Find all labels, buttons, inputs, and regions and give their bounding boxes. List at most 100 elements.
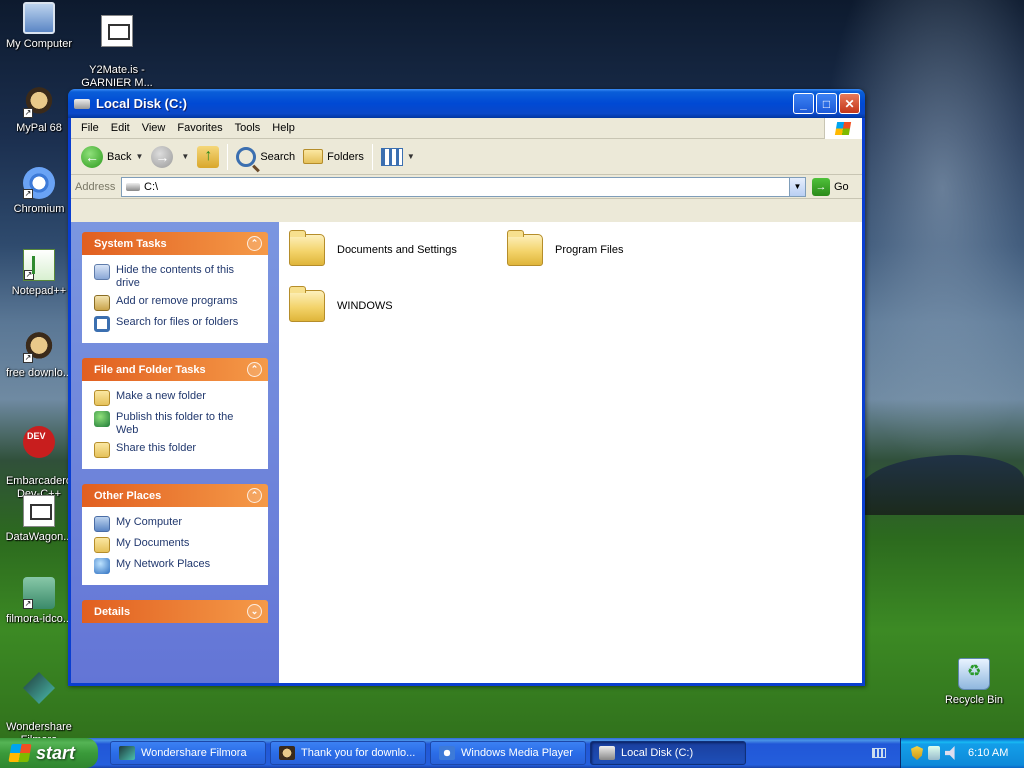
taskbar-button-windows-media-player[interactable]: Windows Media Player — [430, 741, 586, 765]
taskbar-button-local-disk[interactable]: Local Disk (C:) — [590, 741, 746, 765]
taskbar-button-wondershare-filmora[interactable]: Wondershare Filmora — [110, 741, 266, 765]
back-label: Back — [107, 150, 132, 163]
mypal-icon: ↗ — [23, 331, 55, 363]
menu-tools[interactable]: Tools — [229, 120, 267, 136]
place-my-documents[interactable]: My Documents — [94, 537, 258, 553]
other-places-header[interactable]: Other Places ⌃ — [82, 484, 268, 507]
search-button[interactable]: Search — [232, 142, 299, 172]
forward-arrow-icon: → — [151, 145, 174, 168]
computer-icon — [23, 2, 55, 34]
other-places-panel: Other Places ⌃ My Computer My Documents — [82, 484, 268, 585]
task-hide-drive-contents[interactable]: Hide the contents of this drive — [94, 264, 258, 290]
details-header[interactable]: Details ⌄ — [82, 600, 268, 623]
maximize-button[interactable]: □ — [816, 93, 837, 114]
desktop-icon-label: Recycle Bin — [944, 694, 1004, 706]
collapse-icon[interactable]: ⌃ — [247, 488, 262, 503]
desktop-icon-filmora-idco[interactable]: ↗ filmora-idco... — [0, 577, 78, 626]
menu-view[interactable]: View — [136, 120, 172, 136]
task-search-files[interactable]: Search for files or folders — [94, 316, 258, 332]
toolbar-separator — [371, 143, 373, 170]
security-shield-icon[interactable] — [911, 746, 923, 760]
go-label: Go — [834, 180, 849, 193]
details-panel: Details ⌄ — [82, 600, 268, 623]
taskbar-button-label: Windows Media Player — [461, 747, 573, 759]
taskbar-button-label: Local Disk (C:) — [621, 747, 694, 759]
devcpp-icon — [23, 426, 55, 458]
my-documents-icon — [94, 537, 110, 553]
hide-contents-icon — [94, 264, 110, 280]
folder-program-files[interactable]: Program Files — [507, 230, 623, 266]
system-tasks-header[interactable]: System Tasks ⌃ — [82, 232, 268, 255]
desktop-icon-chromium[interactable]: ↗ Chromium — [0, 167, 78, 216]
keyboard-icon[interactable] — [872, 748, 886, 758]
menu-favorites[interactable]: Favorites — [171, 120, 228, 136]
volume-icon[interactable] — [945, 746, 955, 760]
task-share-folder[interactable]: Share this folder — [94, 442, 258, 458]
desktop-icon-recycle-bin[interactable]: Recycle Bin — [935, 658, 1013, 707]
task-make-new-folder[interactable]: Make a new folder — [94, 390, 258, 406]
panel-title: File and Folder Tasks — [94, 363, 206, 376]
taskbar-button-label: Thank you for downlo... — [301, 747, 416, 759]
file-folder-tasks-header[interactable]: File and Folder Tasks ⌃ — [82, 358, 268, 381]
views-button[interactable]: ▼ — [377, 142, 419, 172]
go-button[interactable]: → Go — [812, 177, 858, 196]
address-bar: Address C:\ ▼ → Go — [71, 175, 862, 199]
place-my-network-places[interactable]: My Network Places — [94, 558, 258, 574]
desktop-icon-notepadpp[interactable]: ↗ Notepad++ — [0, 249, 78, 298]
chevron-down-icon[interactable]: ▼ — [135, 152, 143, 161]
start-button[interactable]: start — [0, 738, 98, 768]
desktop-icon-mypal[interactable]: ↗ MyPal 68 — [0, 86, 78, 135]
task-label: Share this folder — [116, 442, 197, 454]
menu-file[interactable]: File — [75, 120, 105, 136]
document-icon — [101, 15, 133, 47]
minimize-button[interactable]: _ — [793, 93, 814, 114]
publish-web-icon — [94, 411, 110, 427]
taskbar-button-thank-you[interactable]: Thank you for downlo... — [270, 741, 426, 765]
folders-button[interactable]: Folders — [299, 142, 368, 172]
chevron-down-icon[interactable]: ▼ — [181, 152, 189, 161]
address-label: Address — [75, 180, 116, 193]
menu-help[interactable]: Help — [266, 120, 301, 136]
address-dropdown-icon[interactable]: ▼ — [789, 177, 805, 196]
desktop-icon-label: filmora-idco... — [5, 613, 73, 625]
forward-button[interactable]: → ▼ — [147, 142, 193, 172]
title-bar[interactable]: Local Disk (C:) _ □ ✕ — [68, 89, 865, 118]
folder-documents-and-settings[interactable]: Documents and Settings — [289, 230, 457, 266]
place-my-computer[interactable]: My Computer — [94, 516, 258, 532]
system-tasks-panel: System Tasks ⌃ Hide the contents of this… — [82, 232, 268, 343]
new-folder-icon — [94, 390, 110, 406]
folder-icon — [289, 230, 325, 266]
collapse-icon[interactable]: ⌃ — [247, 362, 262, 377]
back-arrow-icon: ← — [81, 145, 103, 168]
network-icon[interactable] — [928, 746, 940, 760]
expand-icon[interactable]: ⌄ — [247, 604, 262, 619]
up-folder-button[interactable]: ↑ — [193, 142, 223, 172]
document-icon — [23, 495, 55, 527]
folder-windows[interactable]: WINDOWS — [289, 286, 393, 322]
chevron-down-icon: ▼ — [406, 152, 415, 161]
address-input[interactable]: C:\ ▼ — [121, 176, 806, 197]
desktop-icon-y2mate[interactable]: Y2Mate.is - GARNIER M... — [78, 2, 156, 103]
mypal-icon — [279, 746, 295, 760]
system-tray: 6:10 AM — [900, 738, 1024, 768]
desktop-icon-datawagon[interactable]: DataWagon... — [0, 495, 78, 544]
folders-icon — [303, 149, 324, 164]
share-folder-icon — [94, 442, 110, 458]
desktop-icon-label: Chromium — [13, 203, 65, 215]
recycle-bin-icon — [958, 658, 990, 690]
close-button[interactable]: ✕ — [839, 93, 860, 114]
place-label: My Documents — [116, 537, 190, 549]
file-list: Documents and Settings Program Files WIN… — [279, 222, 862, 683]
mypal-icon: ↗ — [23, 86, 55, 118]
back-button[interactable]: ← Back ▼ — [77, 142, 147, 172]
desktop-icon-free-download[interactable]: ↗ free downlo... — [0, 331, 78, 380]
menu-edit[interactable]: Edit — [105, 120, 136, 136]
task-publish-to-web[interactable]: Publish this folder to the Web — [94, 411, 258, 437]
desktop-icon-my-computer[interactable]: My Computer — [0, 2, 78, 51]
desktop-icon-label: MyPal 68 — [16, 122, 62, 134]
task-add-remove-programs[interactable]: Add or remove programs — [94, 295, 258, 311]
task-label: Add or remove programs — [116, 295, 238, 307]
start-label: start — [36, 742, 76, 763]
clock[interactable]: 6:10 AM — [968, 747, 1008, 759]
collapse-icon[interactable]: ⌃ — [247, 236, 262, 251]
